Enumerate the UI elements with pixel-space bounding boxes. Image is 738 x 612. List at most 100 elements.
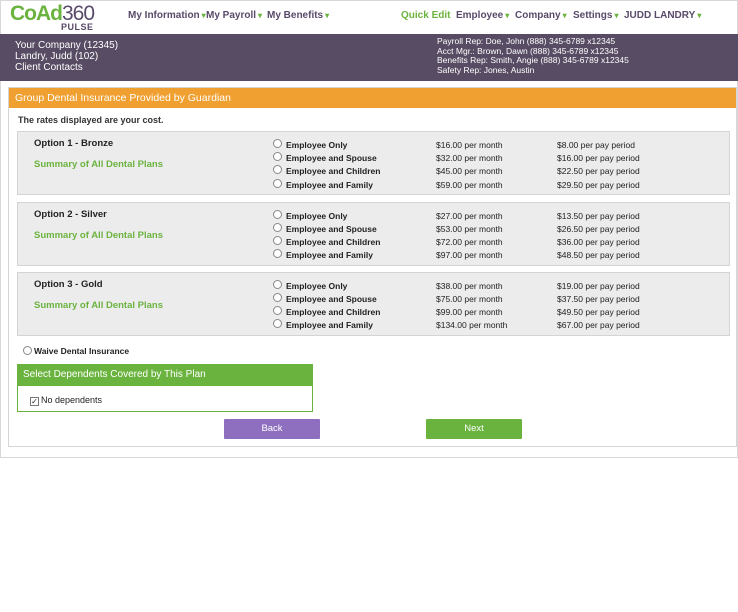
tier-row[interactable]: Employee Only $16.00 per month $8.00 per p… [273,139,723,151]
company-name: Your Company (12345) [15,40,119,51]
radio-button[interactable] [273,293,282,302]
tier-row[interactable]: Employee and Children $45.00 per month $22… [273,165,723,177]
chevron-down-icon: ▾ [562,11,567,20]
banner-contacts: Payroll Rep: Doe, John (888) 345-6789 x1… [437,36,629,75]
tier-row[interactable]: Employee and Children $99.00 per month $49… [273,306,723,318]
tier-row[interactable]: Employee Only $38.00 per month $19.00 per … [273,280,723,292]
tier-name: Employee and Family [286,180,373,190]
logo-subtitle: PULSE [61,22,94,32]
chevron-down-icon: ▾ [325,11,330,20]
chevron-down-icon: ▾ [614,11,619,20]
radio-button[interactable] [273,152,282,161]
no-dependents-label: No dependents [41,395,103,405]
nav-my-payroll-label: My Payroll [206,10,257,21]
nav-user-menu[interactable]: JUDD LANDRY ▾ [624,10,701,21]
banner-account-info: Your Company (12345) Landry, Judd (102) … [15,40,118,73]
tier-monthly-cost: $38.00 per month [436,281,503,291]
nav-employee-label: Employee [456,10,504,21]
tier-name: Employee and Spouse [286,224,377,234]
nav-quick-edit[interactable]: Quick Edit [401,10,450,21]
option-card-bronze: Option 1 - Bronze Summary of All Dental … [17,131,730,195]
tier-row[interactable]: Employee and Spouse $75.00 per month $37.5… [273,293,723,305]
nav-employee[interactable]: Employee ▾ [456,10,509,21]
radio-button[interactable] [273,165,282,174]
option-title: Option 2 - Silver [34,209,107,220]
tier-row[interactable]: Employee Only $27.00 per month $13.50 per … [273,210,723,222]
tier-monthly-cost: $97.00 per month [436,250,503,260]
radio-button[interactable] [273,280,282,289]
dental-insurance-panel: Group Dental Insurance Provided by Guard… [8,87,737,447]
tier-pay-period-cost: $48.50 per pay period [557,250,640,260]
nav-my-information-label: My Information [128,10,200,21]
nav-settings[interactable]: Settings ▾ [573,10,618,21]
client-contacts-link[interactable]: Client Contacts [15,62,118,73]
summary-link[interactable]: Summary of All Dental Plans [34,159,163,170]
tier-pay-period-cost: $29.50 per pay period [557,180,640,190]
nav-settings-label: Settings [573,10,613,21]
radio-button[interactable] [273,139,282,148]
tier-monthly-cost: $75.00 per month [436,294,503,304]
coad360-logo[interactable]: CoAd360 PULSE [10,2,100,33]
dependents-title: Select Dependents Covered by This Plan [18,365,312,386]
tier-row[interactable]: Employee and Spouse $32.00 per month $16.0… [273,152,723,164]
nav-company[interactable]: Company ▾ [515,10,567,21]
summary-link[interactable]: Summary of All Dental Plans [34,230,163,241]
tier-pay-period-cost: $16.00 per pay period [557,153,640,163]
nav-my-benefits[interactable]: My Benefits ▾ [267,10,329,21]
tier-name: Employee Only [286,211,348,221]
checkbox-checked-icon[interactable]: ✓ [30,397,39,406]
tier-monthly-cost: $59.00 per month [436,180,503,190]
tier-name: Employee Only [286,281,348,291]
chevron-down-icon: ▾ [697,11,702,20]
option-title: Option 3 - Gold [34,279,103,290]
rates-note: The rates displayed are your cost. [18,115,164,125]
tier-monthly-cost: $27.00 per month [436,211,503,221]
chevron-down-icon: ▾ [505,11,510,20]
safety-rep: Safety Rep: Jones, Austin [437,64,535,75]
back-button[interactable]: Back [224,419,320,439]
next-button[interactable]: Next [426,419,522,439]
tier-row[interactable]: Employee and Spouse $53.00 per month $26.5… [273,223,723,235]
tier-name: Employee Only [286,140,348,150]
option-title: Option 1 - Bronze [34,138,114,149]
option-card-gold: Option 3 - Gold Summary of All Dental Pl… [17,272,730,336]
tier-row[interactable]: Employee and Children $72.00 per month $36… [273,236,723,248]
tier-monthly-cost: $45.00 per month [436,166,503,176]
radio-button[interactable] [273,236,282,245]
tier-pay-period-cost: $13.50 per pay period [557,211,640,221]
radio-button[interactable] [273,179,282,188]
nav-quick-edit-label: Quick Edit [401,10,451,21]
tier-pay-period-cost: $19.00 per pay period [557,281,640,291]
tier-row[interactable]: Employee and Family $59.00 per month $29.5… [273,179,723,191]
tier-name: Employee and Children [286,166,381,176]
radio-button[interactable] [273,249,282,258]
panel-title: Group Dental Insurance Provided by Guard… [9,88,736,108]
waive-dental-option[interactable]: Waive Dental Insurance [23,346,129,356]
tier-row[interactable]: Employee and Family $97.00 per month $48.5… [273,249,723,261]
nav-my-benefits-label: My Benefits [267,10,324,21]
account-banner: Your Company (12345) Landry, Judd (102) … [0,34,738,81]
nav-company-label: Company [515,10,561,21]
tier-pay-period-cost: $22.50 per pay period [557,166,640,176]
tier-pay-period-cost: $8.00 per pay period [557,140,635,150]
no-dependents-checkbox[interactable]: ✓ No dependents [30,395,102,406]
tier-monthly-cost: $99.00 per month [436,307,503,317]
tier-name: Employee and Family [286,250,373,260]
radio-button[interactable] [273,319,282,328]
radio-button[interactable] [23,346,32,355]
radio-button[interactable] [273,223,282,232]
top-navigation: CoAd360 PULSE My Information ▾ My Payroll… [0,0,738,34]
waive-label: Waive Dental Insurance [34,346,130,356]
tier-pay-period-cost: $49.50 per pay period [557,307,640,317]
tier-name: Employee and Family [286,320,373,330]
tier-row[interactable]: Employee and Family $134.00 per month $67.… [273,319,723,331]
option-card-silver: Option 2 - Silver Summary of All Dental … [17,202,730,266]
radio-button[interactable] [273,306,282,315]
nav-my-payroll[interactable]: My Payroll ▾ [206,10,262,21]
nav-my-information[interactable]: My Information ▾ [128,10,206,21]
chevron-down-icon: ▾ [258,11,263,20]
radio-button[interactable] [273,210,282,219]
tier-monthly-cost: $32.00 per month [436,153,503,163]
summary-link[interactable]: Summary of All Dental Plans [34,300,163,311]
logo-brand-a: CoAd [10,2,63,25]
